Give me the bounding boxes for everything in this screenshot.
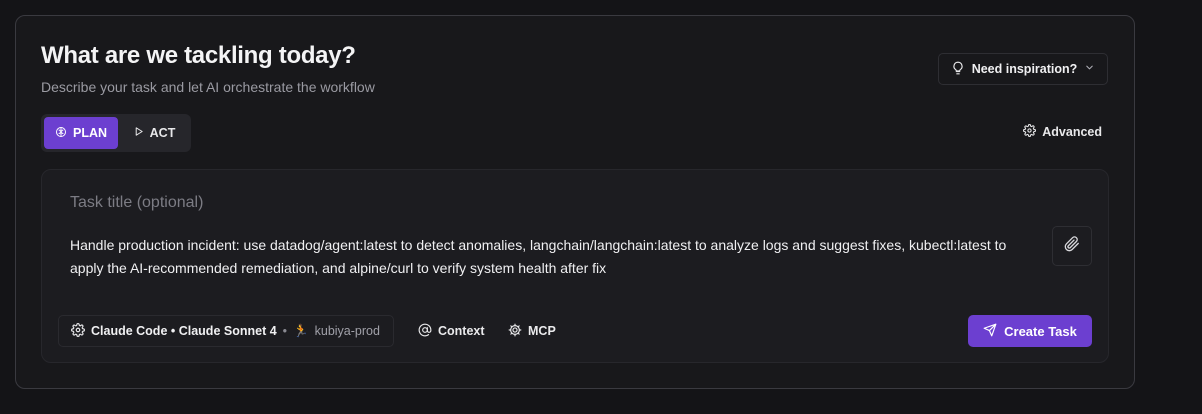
page-subtitle: Describe your task and let AI orchestrat… — [41, 79, 375, 95]
advanced-label: Advanced — [1042, 125, 1102, 139]
advanced-settings-button[interactable]: Advanced — [1023, 124, 1102, 140]
plan-mode-label: PLAN — [72, 126, 108, 140]
send-icon — [983, 323, 997, 340]
context-button[interactable]: Context — [418, 315, 485, 347]
task-description-input[interactable]: Handle production incident: use datadog/… — [70, 234, 1030, 280]
model-name: Claude Code • Claude Sonnet 4 — [91, 324, 277, 338]
gear-icon — [1023, 124, 1037, 140]
page-title: What are we tackling today? — [41, 42, 356, 69]
plan-mode-button[interactable]: PLAN — [44, 117, 118, 149]
chevron-down-icon — [1084, 62, 1095, 76]
play-icon — [133, 126, 144, 140]
model-selector[interactable]: Claude Code • Claude Sonnet 4 • 🏃 kubiya… — [58, 315, 394, 347]
act-mode-button[interactable]: ACT — [122, 117, 186, 149]
cog-icon — [508, 323, 522, 340]
environment-name: kubiya-prod — [314, 324, 380, 338]
paperclip-icon — [1064, 235, 1080, 257]
brain-icon — [55, 126, 67, 141]
runner-icon: 🏃 — [293, 323, 309, 338]
create-task-label: Create Task — [1004, 323, 1077, 339]
lightbulb-icon — [951, 61, 965, 78]
task-composer-card: What are we tackling today? Describe you… — [15, 15, 1135, 389]
act-mode-label: ACT — [149, 126, 176, 140]
context-label: Context — [438, 324, 485, 338]
mcp-label: MCP — [528, 324, 556, 338]
task-title-input[interactable] — [70, 192, 770, 214]
at-sign-icon — [418, 323, 432, 340]
settings-gear-icon — [71, 322, 85, 340]
mcp-button[interactable]: MCP — [508, 315, 556, 347]
create-task-button[interactable]: Create Task — [968, 315, 1092, 347]
model-separator: • — [282, 324, 288, 338]
need-inspiration-button[interactable]: Need inspiration? — [938, 53, 1108, 85]
need-inspiration-label: Need inspiration? — [971, 62, 1078, 76]
task-input-box: Handle production incident: use datadog/… — [41, 169, 1109, 363]
mode-toggle: PLAN ACT — [41, 114, 191, 152]
attach-file-button[interactable] — [1052, 226, 1092, 266]
